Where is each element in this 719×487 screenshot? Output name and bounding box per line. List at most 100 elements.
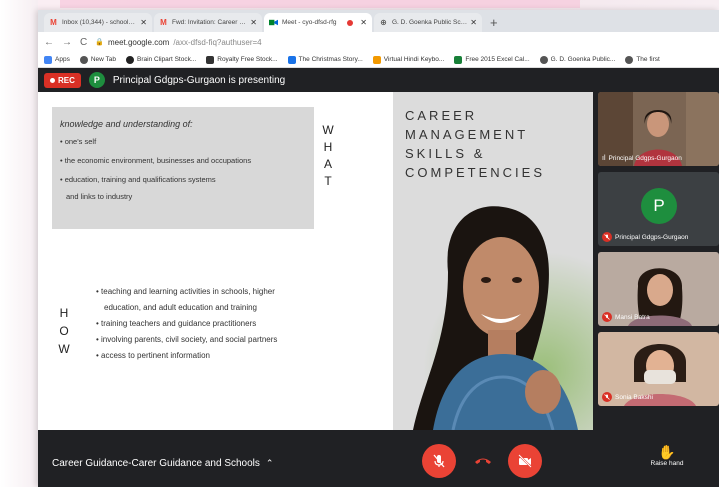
what-item: • education, training and qualifications… xyxy=(60,175,216,184)
mic-off-icon xyxy=(602,392,612,402)
what-box: knowledge and understanding of: • one's … xyxy=(52,107,314,229)
tab-invitation[interactable]: M Fwd: Invitation: Career Guidance ✕ xyxy=(154,13,262,32)
bookmark-christmas[interactable]: The Christmas Story... xyxy=(287,55,363,64)
mic-off-icon xyxy=(602,312,612,322)
how-item: • involving parents, civil society, and … xyxy=(96,335,278,344)
chevron-up-icon: ⌃ xyxy=(265,458,274,468)
top-backdrop xyxy=(60,0,580,8)
bookmark-hindi[interactable]: Virtual Hindi Keybo... xyxy=(372,55,445,64)
globe-icon: ⊕ xyxy=(380,18,387,27)
forward-arrow-icon[interactable]: → xyxy=(62,37,72,48)
participant-name: Principal Gdgps-Gurgaon xyxy=(608,155,682,162)
what-item: and links to industry xyxy=(66,192,133,201)
tab-title: Fwd: Invitation: Career Guidance xyxy=(172,19,248,26)
close-icon[interactable]: ✕ xyxy=(360,18,367,27)
mic-toggle-button[interactable] xyxy=(422,444,456,478)
participant-name: Sonia Bakshi xyxy=(615,393,653,401)
participant-tile[interactable]: P Principal Gdgps-Gurgaon xyxy=(598,172,719,246)
url-field[interactable]: 🔒 meet.google.com/axx-dfsd-fiq?authuser=… xyxy=(95,38,261,47)
how-item: • teaching and learning activities in sc… xyxy=(96,287,275,296)
left-backdrop xyxy=(0,0,38,487)
site-icon xyxy=(287,55,296,64)
address-bar: ← → C 🔒 meet.google.com/axx-dfsd-fiq?aut… xyxy=(38,32,719,52)
tab-meet[interactable]: Meet - cyo-dfsd-rfg ✕ xyxy=(264,13,372,32)
apps-grid-icon xyxy=(44,55,52,64)
bookmark-label: The Christmas Story... xyxy=(298,56,363,63)
meeting-stage: knowledge and understanding of: • one's … xyxy=(38,92,719,430)
globe-icon xyxy=(625,55,634,64)
meet-controls-bar: Career Guidance-Carer Guidance and Schoo… xyxy=(38,430,719,487)
bookmark-label: Virtual Hindi Keybo... xyxy=(383,56,445,63)
presenter-avatar: P xyxy=(88,72,105,88)
mic-off-icon xyxy=(433,454,445,468)
tab-title: G. D. Goenka Public School - G xyxy=(392,19,467,26)
url-domain: meet.google.com xyxy=(107,37,170,47)
recording-indicator-icon xyxy=(347,19,354,26)
participant-avatar: P xyxy=(641,188,677,224)
recording-badge: REC xyxy=(44,72,81,88)
bookmark-the-first[interactable]: The first xyxy=(625,55,660,64)
how-item: education, and adult education and train… xyxy=(104,303,258,312)
tab-inbox[interactable]: M Inbox (10,344) - school@gdgoen ✕ xyxy=(44,13,152,32)
bookmark-label: Brain Clipart Stock... xyxy=(137,56,197,63)
raise-hand-button[interactable]: ✋ Raise hand xyxy=(642,444,692,467)
leave-call-button[interactable] xyxy=(466,444,500,478)
tab-title: Inbox (10,344) - school@gdgoen xyxy=(62,19,137,26)
meet-top-bar: REC P Principal Gdgps-Gurgaon is present… xyxy=(38,68,719,92)
bookmark-brain-clipart[interactable]: Brain Clipart Stock... xyxy=(126,55,197,64)
title-line: CAREER xyxy=(405,108,478,123)
bookmark-label: The first xyxy=(636,56,660,63)
how-item: • access to pertinent information xyxy=(96,351,210,360)
raise-hand-label: Raise hand xyxy=(650,460,684,467)
bookmark-label: G. D. Goenka Public... xyxy=(550,56,616,63)
what-letter: A xyxy=(323,157,332,171)
hang-up-icon xyxy=(475,458,491,464)
close-icon[interactable]: ✕ xyxy=(140,18,147,27)
globe-icon xyxy=(79,55,88,64)
bookmark-gdgoenka[interactable]: G. D. Goenka Public... xyxy=(539,55,616,64)
how-list: • teaching and learning activities in sc… xyxy=(96,284,277,364)
reload-icon[interactable]: C xyxy=(80,37,87,48)
bookmark-excel[interactable]: Free 2015 Excel Cal... xyxy=(454,55,530,64)
participant-tile[interactable]: Sonia Bakshi xyxy=(598,332,719,406)
how-item: • training teachers and guidance practit… xyxy=(96,319,257,328)
presenting-text: Principal Gdgps-Gurgaon is presenting xyxy=(112,74,286,86)
site-icon xyxy=(206,55,215,64)
what-letter: T xyxy=(324,174,332,188)
back-arrow-icon[interactable]: ← xyxy=(44,37,54,48)
close-icon[interactable]: ✕ xyxy=(250,18,257,27)
title-line: MANAGEMENT xyxy=(405,127,529,142)
bookmark-new-tab[interactable]: New Tab xyxy=(79,55,116,64)
participant-name-tag: Principal Gdgps-Gurgaon xyxy=(602,232,688,242)
what-letter: H xyxy=(323,140,333,154)
participant-tile[interactable]: Mansi Batra xyxy=(598,252,719,326)
new-tab-button[interactable]: + xyxy=(484,15,504,32)
globe-icon xyxy=(539,55,548,64)
record-dot-icon xyxy=(50,77,55,83)
participant-tile[interactable]: ıl Principal Gdgps-Gurgaon xyxy=(598,92,719,166)
close-icon[interactable]: ✕ xyxy=(470,18,477,27)
title-line: SKILLS & xyxy=(405,146,486,161)
bookmarks-bar: Apps New Tab Brain Clipart Stock... Roya… xyxy=(38,52,719,68)
tab-gdgoenka[interactable]: ⊕ G. D. Goenka Public School - G ✕ xyxy=(374,13,482,32)
camera-toggle-button[interactable] xyxy=(508,444,542,478)
what-vertical-label: W H A T xyxy=(321,122,335,190)
bookmark-apps[interactable]: Apps xyxy=(44,55,70,64)
presentation-slide: knowledge and understanding of: • one's … xyxy=(38,92,593,430)
meeting-details-button[interactable]: Career Guidance-Carer Guidance and Schoo… xyxy=(52,458,273,469)
audio-level-icon: ıl xyxy=(602,155,606,162)
tab-title: Meet - cyo-dfsd-rfg xyxy=(282,19,337,26)
how-letter: H xyxy=(59,306,69,320)
what-intro: knowledge and understanding of: xyxy=(60,119,193,129)
what-item: • the economic environment, businesses a… xyxy=(60,156,252,165)
participant-name: Mansi Batra xyxy=(615,313,650,321)
participant-name-tag: Mansi Batra xyxy=(602,312,650,322)
gmail-icon: M xyxy=(160,18,167,27)
slide-title: CAREER MANAGEMENT SKILLS & COMPETENCIES xyxy=(405,106,545,182)
site-icon xyxy=(126,55,134,64)
participant-tiles: ıl Principal Gdgps-Gurgaon P Principal Gd… xyxy=(598,92,719,430)
hand-icon: ✋ xyxy=(658,444,676,460)
title-line: COMPETENCIES xyxy=(405,165,546,180)
bookmark-royalty-free[interactable]: Royalty Free Stock... xyxy=(206,55,278,64)
rec-label: REC xyxy=(58,75,75,85)
